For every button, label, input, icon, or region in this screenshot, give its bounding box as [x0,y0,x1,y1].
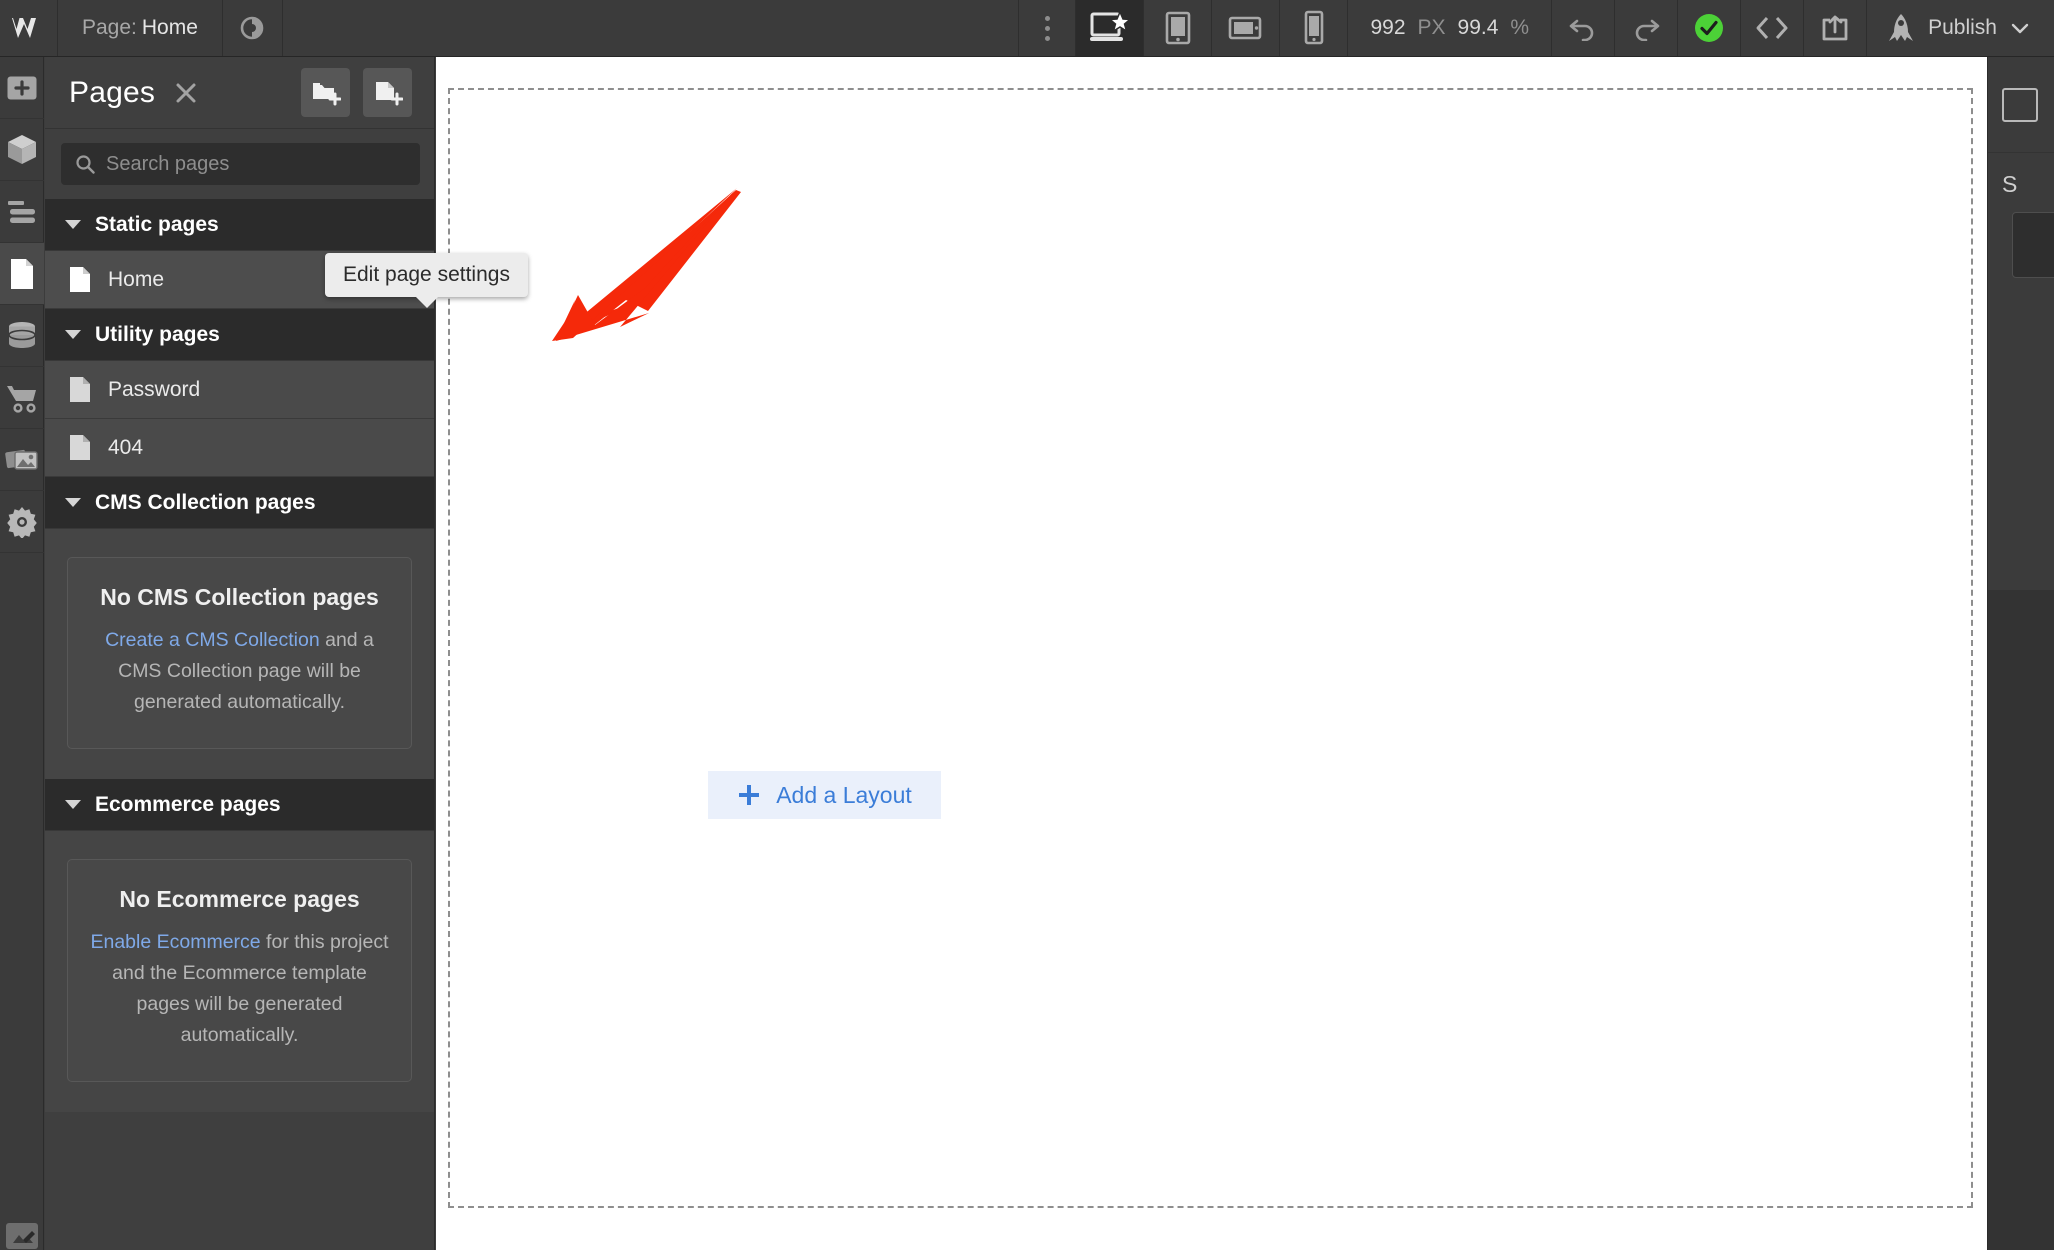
section-header-static-pages[interactable]: Static pages [45,199,434,251]
style-panel-row-top[interactable] [1988,57,2054,153]
cms-empty-state-wrap: No CMS Collection pages Create a CMS Col… [45,529,434,779]
left-rail [0,57,44,1250]
section-header-utility-pages[interactable]: Utility pages [45,309,434,361]
eye-preview-icon[interactable] [223,0,283,56]
search-icon [75,154,95,174]
undo-icon[interactable] [1552,0,1616,56]
page-row-404[interactable]: 404 [45,419,434,477]
add-elements-icon[interactable] [0,57,44,119]
style-panel-letter: S [2002,171,2018,197]
viewport-width-value: 992 [1370,16,1406,39]
section-label: Ecommerce pages [95,792,281,816]
tooltip-edit-page-settings: Edit page settings [325,253,528,308]
assets-images-icon[interactable] [0,429,44,491]
new-folder-icon[interactable] [301,68,350,117]
pages-panel: Pages Search pages Static pages Home Uti… [45,57,435,1250]
page-prefix: Page: [82,16,137,39]
section-label: Static pages [95,212,219,236]
edit-pencil-icon[interactable] [0,1192,44,1250]
section-label: CMS Collection pages [95,490,316,514]
navigator-layers-icon[interactable] [0,181,44,243]
viewport-width-unit: PX [1417,16,1446,39]
style-box-icon [2002,87,2038,122]
ecommerce-empty-state-wrap: No Ecommerce pages Enable Ecommerce for … [45,831,434,1112]
chevron-down-icon[interactable] [2010,21,2030,35]
publish-label: Publish [1928,16,1997,39]
page-document-icon [69,376,91,403]
create-cms-collection-link[interactable]: Create a CMS Collection [105,629,320,651]
saved-check-icon[interactable] [1678,0,1742,56]
pages-panel-header: Pages [45,57,434,129]
close-x-icon[interactable] [173,80,199,106]
empty-state-title: No Ecommerce pages [119,886,360,912]
add-layout-label: Add a Layout [776,781,912,808]
cms-empty-state: No CMS Collection pages Create a CMS Col… [67,557,412,749]
section-header-ecommerce-pages[interactable]: Ecommerce pages [45,779,434,831]
components-cube-icon[interactable] [0,119,44,181]
breakpoint-mobile-landscape[interactable] [1212,0,1281,56]
more-options-icon[interactable] [1018,0,1077,56]
caret-down-icon [65,330,81,339]
top-toolbar: Page: Home 992 PX 99.4 % Publish [0,0,2054,57]
empty-state-title: No CMS Collection pages [100,584,379,610]
ecommerce-empty-state: No Ecommerce pages Enable Ecommerce for … [67,859,412,1082]
page-row-password[interactable]: Password [45,361,434,419]
rocket-icon [1887,12,1915,44]
style-panel-lower [1988,590,2054,1250]
style-panel-row-second[interactable]: S [1988,153,2054,278]
enable-ecommerce-link[interactable]: Enable Ecommerce [90,931,260,953]
design-canvas[interactable]: Add a Layout [436,57,1987,1250]
page-document-icon [69,434,91,461]
webflow-logo-icon[interactable] [0,0,58,56]
page-document-icon [69,266,91,293]
empty-state-body: Enable Ecommerce for this project and th… [90,927,389,1051]
new-page-icon[interactable] [363,68,412,117]
plus-icon [737,783,761,807]
ecommerce-cart-icon[interactable] [0,367,44,429]
section-header-cms-collection-pages[interactable]: CMS Collection pages [45,477,434,529]
tooltip-text: Edit page settings [343,263,510,286]
page-name: Home [141,16,198,39]
page-name-label: Home [108,267,165,291]
style-panel-field[interactable] [2012,212,2054,278]
cms-database-icon[interactable] [0,305,44,367]
style-panel-sliver[interactable]: S [1987,57,2054,1250]
search-pages-box[interactable] [61,143,420,185]
page-title: Pages [69,75,156,109]
viewport-size-zoom[interactable]: 992 PX 99.4 % [1348,0,1553,56]
share-export-icon[interactable] [1804,0,1868,56]
publish-button[interactable]: Publish [1867,0,2054,56]
zoom-value: 99.4 [1457,16,1499,39]
pages-document-icon[interactable] [0,243,44,305]
pages-list: Static pages Home Utility pages Password… [45,199,434,1250]
caret-down-icon [65,498,81,507]
current-page-label[interactable]: Page: Home [58,0,223,56]
zoom-unit: % [1510,16,1530,39]
settings-gear-icon[interactable] [0,491,44,553]
page-name-label: 404 [108,435,144,459]
breakpoint-desktop[interactable] [1076,0,1145,56]
section-label: Utility pages [95,322,220,346]
breakpoint-tablet[interactable] [1144,0,1213,56]
page-name-label: Password [108,377,201,401]
search-input[interactable] [106,152,406,176]
add-layout-button[interactable]: Add a Layout [708,771,941,819]
redo-icon[interactable] [1615,0,1679,56]
search-area [45,129,434,199]
empty-state-body: Create a CMS Collection and a CMS Collec… [90,625,389,718]
code-brackets-icon[interactable] [1741,0,1805,56]
caret-down-icon [65,220,81,229]
caret-down-icon [65,800,81,809]
breakpoint-mobile[interactable] [1280,0,1349,56]
body-element-outline[interactable] [448,88,1973,1208]
